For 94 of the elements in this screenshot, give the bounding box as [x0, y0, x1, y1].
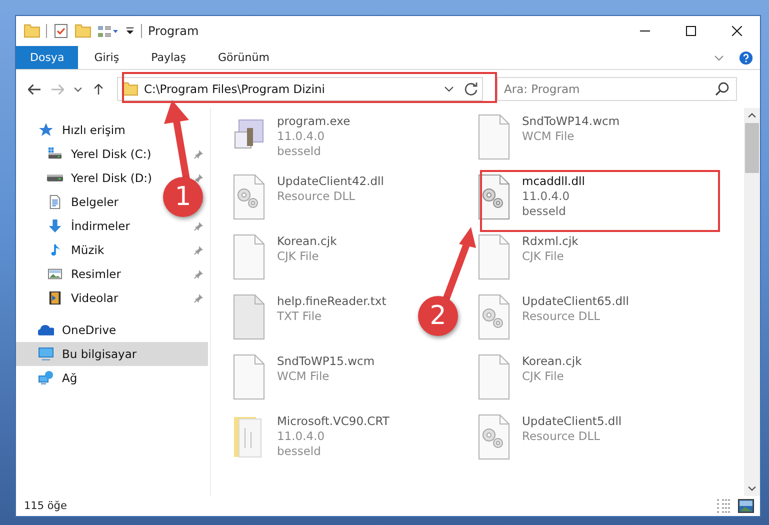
file-detail: besseld: [277, 444, 322, 459]
search-field[interactable]: Ara: Program: [497, 77, 737, 101]
file-detail: 11.0.4.0: [277, 129, 326, 144]
window-title: Program: [148, 24, 199, 38]
chevron-icon[interactable]: [714, 54, 724, 62]
sidebar-item[interactable]: Hızlı erişim: [62, 123, 126, 137]
up-arrow-icon[interactable]: [92, 84, 105, 94]
sidebar-item[interactable]: Müzik: [71, 243, 104, 257]
sidebar-item[interactable]: Belgeler: [71, 195, 119, 209]
pin-icon[interactable]: [194, 173, 204, 183]
gear-file-icon[interactable]: [478, 174, 510, 220]
dropdown-icon[interactable]: [125, 27, 135, 35]
file-name[interactable]: program.exe: [277, 114, 350, 129]
sidebar-item[interactable]: İndirmeler: [71, 219, 130, 233]
file-name[interactable]: help.fineReader.txt: [277, 294, 386, 309]
file-name[interactable]: SndToWP15.wcm: [277, 354, 375, 369]
pin-icon[interactable]: [194, 293, 204, 303]
file-name[interactable]: UpdateClient65.dll: [522, 294, 629, 309]
file-detail: CJK File: [277, 249, 320, 264]
gear-file-icon[interactable]: [478, 414, 510, 460]
minimize-icon[interactable]: [640, 30, 650, 32]
ribbon-tab[interactable]: Giriş: [78, 46, 136, 69]
forward-arrow-icon[interactable]: [51, 84, 64, 94]
file-detail: besseld: [277, 144, 322, 159]
file-name[interactable]: Rdxml.cjk: [522, 234, 578, 249]
file-detail: 11.0.4.0: [522, 189, 571, 204]
file-detail: Resource DLL: [277, 189, 356, 204]
video-icon: [47, 291, 63, 305]
large-icons-view-icon[interactable]: [738, 499, 754, 513]
dropdown-icon[interactable]: [444, 85, 454, 93]
file-detail: WCM File: [522, 129, 576, 144]
drive-icon: [47, 174, 63, 182]
blank-file-icon[interactable]: [233, 354, 265, 400]
refresh-icon[interactable]: [464, 82, 478, 96]
star-icon: [38, 123, 54, 137]
blank-file-icon[interactable]: [478, 354, 510, 400]
blank-file-icon[interactable]: [233, 234, 265, 280]
pin-icon[interactable]: [194, 149, 204, 159]
close-icon[interactable]: [732, 26, 742, 36]
file-name[interactable]: Korean.cjk: [277, 234, 337, 249]
properties-icon[interactable]: [53, 24, 69, 38]
help-icon[interactable]: [738, 50, 754, 64]
file-detail: TXT File: [277, 309, 323, 324]
sidebar-item[interactable]: Resimler: [71, 267, 121, 281]
file-name[interactable]: UpdateClient5.dll: [522, 414, 622, 429]
back-arrow-icon[interactable]: [28, 84, 41, 94]
blank-file-icon[interactable]: [478, 234, 510, 280]
file-name[interactable]: UpdateClient42.dll: [277, 174, 384, 189]
scroll-thumb[interactable]: [745, 123, 759, 173]
view-icon[interactable]: [97, 24, 119, 38]
file-detail: CJK File: [522, 369, 565, 384]
new-folder-icon[interactable]: [75, 24, 91, 38]
gear-file-icon[interactable]: [478, 294, 510, 340]
ribbon-tab[interactable]: Paylaş: [135, 46, 202, 69]
gear-file-icon[interactable]: [233, 174, 265, 220]
details-view-icon[interactable]: [716, 499, 732, 513]
cloud-icon: [38, 323, 54, 337]
pin-icon[interactable]: [194, 221, 204, 231]
sidebar-item[interactable]: Bu bilgisayar: [16, 342, 208, 366]
sidebar-item[interactable]: Yerel Disk (C:): [71, 147, 152, 161]
blank-file-icon[interactable]: [478, 114, 510, 160]
pictures-icon: [47, 267, 63, 281]
folder-icon[interactable]: [24, 24, 40, 38]
item-count: 115 öğe: [24, 500, 67, 512]
download-icon: [47, 219, 63, 233]
file-detail: 11.0.4.0: [277, 429, 326, 444]
file-name[interactable]: SndToWP14.wcm: [522, 114, 620, 129]
recent-dropdown-icon[interactable]: [74, 86, 82, 92]
ribbon-tab[interactable]: Görünüm: [202, 46, 286, 69]
network-icon: [38, 371, 54, 385]
docs-icon: [47, 195, 63, 209]
maximize-icon[interactable]: [686, 26, 696, 36]
file-name[interactable]: Korean.cjk: [522, 354, 582, 369]
ribbon-tab[interactable]: Dosya: [16, 46, 78, 69]
file-detail: CJK File: [522, 249, 565, 264]
scrollbar[interactable]: [744, 108, 760, 496]
text-file-icon[interactable]: [233, 294, 265, 340]
scroll-down-icon[interactable]: [748, 486, 756, 491]
file-detail: besseld: [522, 204, 567, 219]
pc-icon: [38, 347, 54, 361]
drive-icon: [47, 147, 63, 161]
sidebar-item[interactable]: Videolar: [71, 291, 118, 305]
sidebar-item[interactable]: OneDrive: [62, 323, 116, 337]
sidebar-item[interactable]: Ağ: [62, 371, 78, 385]
sidebar-item[interactable]: Yerel Disk (D:): [71, 171, 152, 185]
pin-icon[interactable]: [194, 245, 204, 255]
pin-icon[interactable]: [194, 269, 204, 279]
file-name[interactable]: Microsoft.VC90.CRT: [277, 414, 390, 429]
file-detail: Resource DLL: [522, 309, 602, 324]
scroll-up-icon[interactable]: [748, 113, 756, 118]
file-detail: Resource DLL: [522, 429, 602, 444]
file-detail: WCM File: [277, 369, 330, 384]
search-icon[interactable]: [715, 82, 729, 96]
file-name[interactable]: mcaddll.dll: [522, 174, 585, 189]
